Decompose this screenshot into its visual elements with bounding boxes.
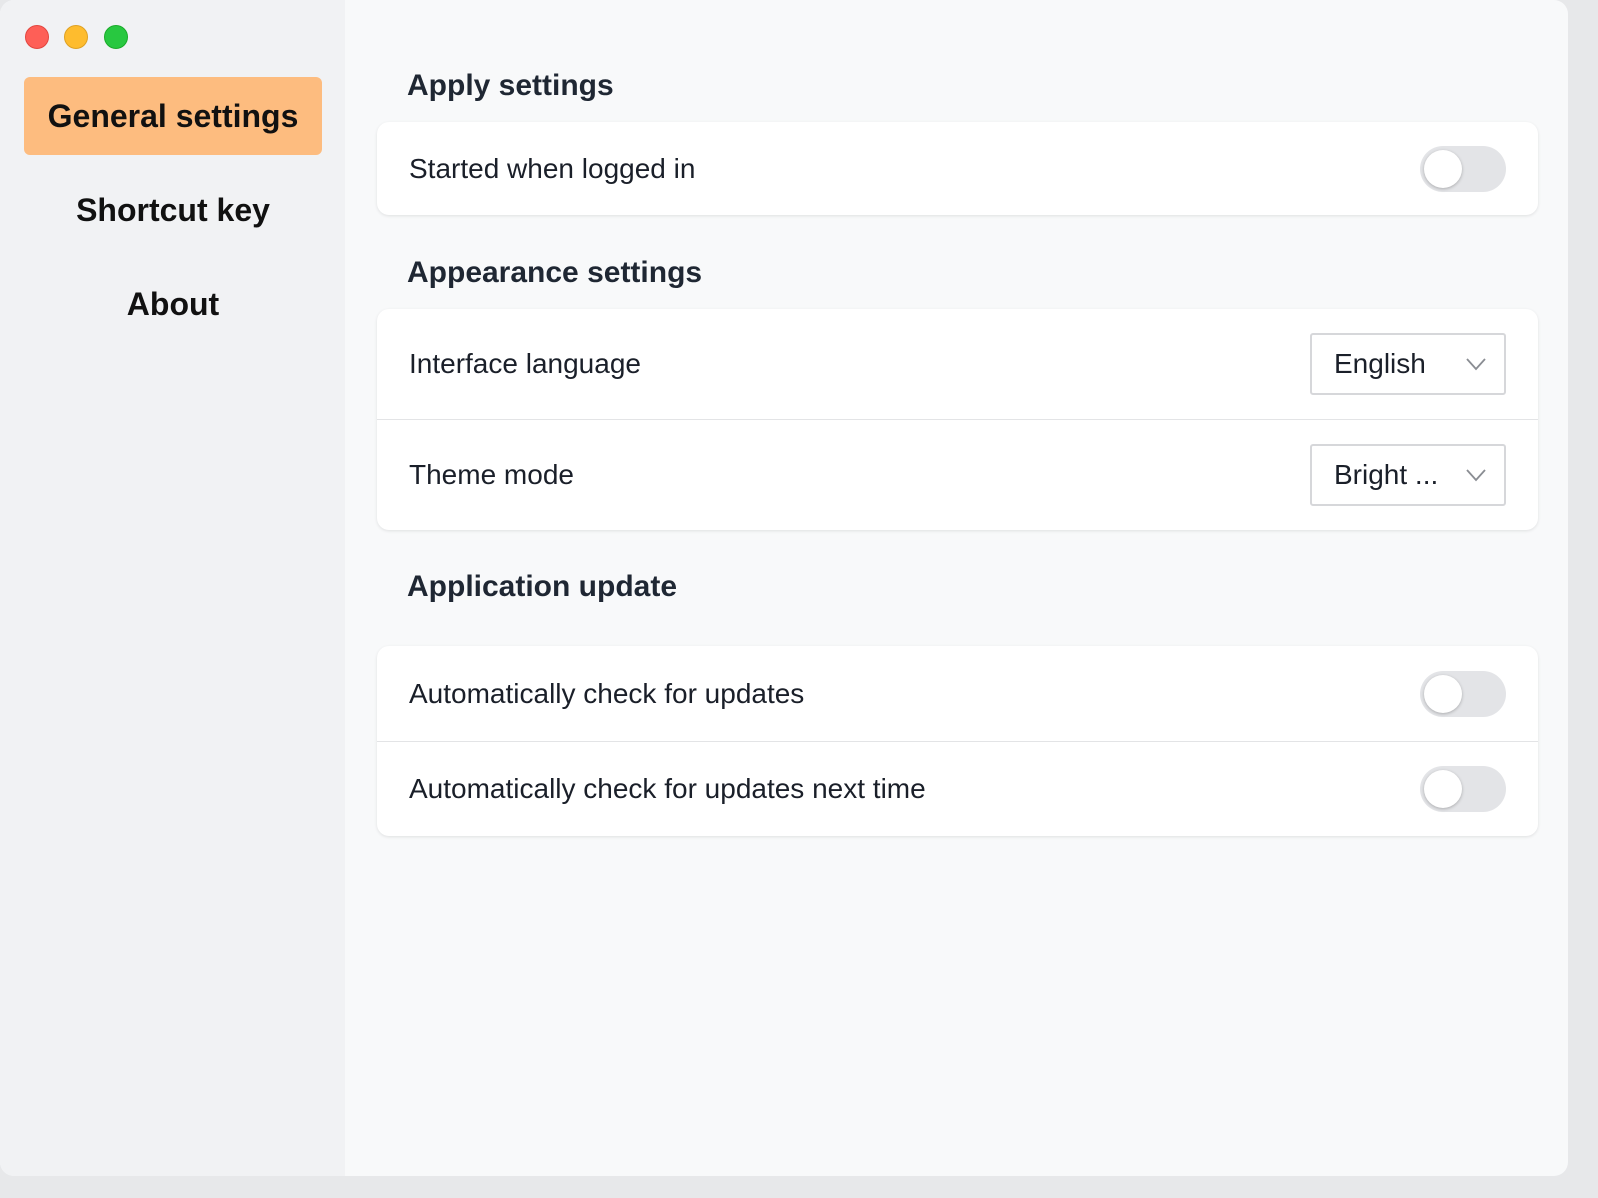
section-title-application-update: Application update: [407, 570, 677, 603]
toggle-knob: [1424, 674, 1462, 713]
section-title-apply-settings: Apply settings: [407, 69, 614, 102]
theme-mode-value: Bright ...: [1334, 459, 1439, 490]
zoom-window-icon[interactable]: [104, 25, 128, 49]
auto-check-updates-label: Automatically check for updates: [409, 677, 805, 709]
sidebar-item-label: General settings: [47, 97, 299, 134]
chevron-down-icon: [1466, 358, 1486, 371]
toggle-knob: [1424, 149, 1462, 188]
settings-content: Apply settings Started when logged in Ap…: [345, 0, 1568, 1176]
interface-language-label: Interface language: [409, 348, 641, 379]
interface-language-select[interactable]: English: [1310, 333, 1506, 395]
chevron-down-icon: [1466, 469, 1486, 482]
close-window-icon[interactable]: [25, 25, 49, 49]
sidebar-item-about[interactable]: About: [24, 265, 322, 343]
interface-language-value: English: [1334, 348, 1426, 379]
sidebar-item-general-settings[interactable]: General settings: [24, 77, 322, 155]
sidebar-item-label: About: [126, 285, 220, 322]
auto-check-updates-next-time-label: Automatically check for updates next tim…: [409, 773, 926, 804]
auto-check-updates-next-time-toggle[interactable]: [1420, 766, 1506, 812]
application-update-card: Automatically check for updates Automati…: [377, 646, 1538, 836]
theme-mode-select[interactable]: Bright ...: [1310, 444, 1506, 506]
auto-check-updates-next-time-row: Automatically check for updates next tim…: [377, 741, 1538, 836]
sidebar-item-label: Shortcut key: [76, 191, 270, 228]
theme-mode-label: Theme mode: [409, 459, 574, 490]
theme-mode-row: Theme mode Bright ...: [377, 419, 1538, 530]
apply-settings-card: Started when logged in: [377, 122, 1538, 215]
settings-window: General settings Shortcut key About Appl…: [0, 0, 1568, 1176]
started-when-logged-in-row: Started when logged in: [377, 122, 1538, 215]
sidebar-item-shortcut-key[interactable]: Shortcut key: [24, 171, 322, 249]
started-when-logged-in-label: Started when logged in: [409, 152, 696, 184]
appearance-settings-card: Interface language English Theme mode Br…: [377, 309, 1538, 530]
section-title-appearance-settings: Appearance settings: [407, 256, 703, 289]
auto-check-updates-row: Automatically check for updates: [377, 646, 1538, 741]
minimize-window-icon[interactable]: [64, 25, 88, 49]
interface-language-row: Interface language English: [377, 309, 1538, 419]
started-when-logged-in-toggle[interactable]: [1420, 145, 1506, 192]
toggle-knob: [1424, 770, 1462, 808]
auto-check-updates-toggle[interactable]: [1420, 670, 1506, 717]
sidebar: General settings Shortcut key About: [0, 0, 345, 1176]
